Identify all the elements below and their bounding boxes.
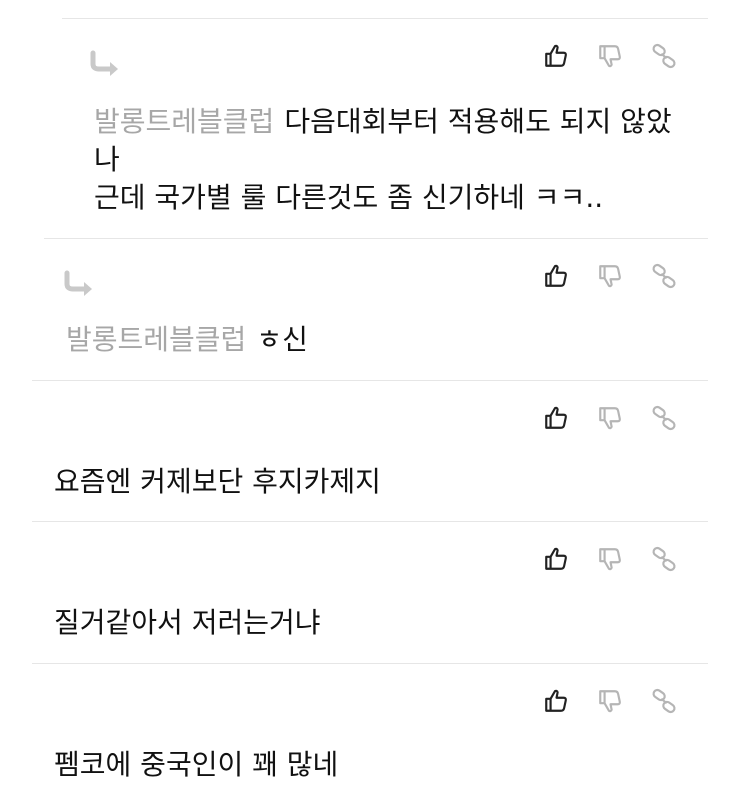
comment-text: 요즘엔 커제보단 후지카제지 (54, 463, 694, 501)
comment-item: 발롱트레블클럽 다음대회부터 적용해도 되지 않았 나 근데 국가별 룰 다른것도… (62, 18, 708, 239)
link-icon[interactable] (646, 686, 682, 716)
link-icon[interactable] (646, 403, 682, 433)
thumbs-up-icon[interactable] (538, 686, 574, 716)
comment-body: 펨코에 중국인이 꽤 많네 (54, 748, 339, 781)
mention-username[interactable]: 발롱트레블클럽 (66, 323, 246, 356)
mention-username[interactable]: 발롱트레블클럽 (94, 105, 274, 138)
comment-actions (538, 41, 682, 71)
comment-text: 펨코에 중국인이 꽤 많네 (54, 746, 694, 784)
comment-item: 요즘엔 커제보단 후지카제지 (32, 380, 708, 521)
comment-body: 요즘엔 커제보단 후지카제지 (54, 465, 381, 498)
comment-item: 펨코에 중국인이 꽤 많네 (32, 663, 708, 802)
thumbs-down-icon[interactable] (592, 686, 628, 716)
comment-text: 질거같아서 저러는거냐 (54, 604, 694, 642)
comment-actions (538, 544, 682, 574)
comment-item: 발롱트레블클럽 ㅎ신 (44, 238, 708, 379)
comment-text: 발롱트레블클럽 다음대회부터 적용해도 되지 않았 나 근데 국가별 룰 다른것도… (94, 103, 694, 217)
thumbs-down-icon[interactable] (592, 403, 628, 433)
comment-actions (538, 403, 682, 433)
reply-arrow-icon (90, 49, 122, 83)
comment-body: ㅎ신 (256, 323, 308, 356)
comment-body: 질거같아서 저러는거냐 (54, 606, 321, 639)
thumbs-up-icon[interactable] (538, 544, 574, 574)
reply-arrow-icon (64, 269, 96, 303)
thumbs-up-icon[interactable] (538, 261, 574, 291)
comment-actions (538, 261, 682, 291)
thumbs-down-icon[interactable] (592, 261, 628, 291)
thumbs-down-icon[interactable] (592, 41, 628, 71)
thumbs-up-icon[interactable] (538, 403, 574, 433)
link-icon[interactable] (646, 261, 682, 291)
thumbs-down-icon[interactable] (592, 544, 628, 574)
comment-text: 발롱트레블클럽 ㅎ신 (66, 321, 686, 359)
comment-actions (538, 686, 682, 716)
link-icon[interactable] (646, 544, 682, 574)
thumbs-up-icon[interactable] (538, 41, 574, 71)
link-icon[interactable] (646, 41, 682, 71)
comment-item: 질거같아서 저러는거냐 (32, 521, 708, 663)
